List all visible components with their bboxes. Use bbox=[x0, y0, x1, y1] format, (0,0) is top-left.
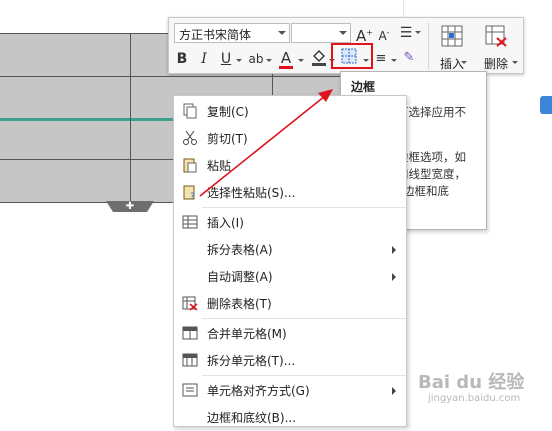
table-col-border bbox=[130, 34, 131, 202]
menu-item-label: 复制(C) bbox=[207, 105, 249, 119]
menu-item-insert[interactable]: 插入(I) bbox=[174, 209, 406, 236]
chevron-down-icon bbox=[266, 59, 272, 62]
menu-divider bbox=[202, 375, 406, 376]
border-button-highlight bbox=[331, 43, 373, 69]
chevron-right-icon bbox=[392, 273, 396, 281]
bold-button[interactable]: B bbox=[175, 49, 189, 69]
menu-item-borders-shading[interactable]: 边框和底纹(B)... bbox=[174, 404, 406, 431]
chevron-right-icon bbox=[392, 387, 396, 395]
chevron-down-icon bbox=[298, 59, 304, 62]
menu-item-label: 剪切(T) bbox=[207, 132, 248, 146]
shrink-font-button[interactable]: A- bbox=[376, 23, 392, 43]
grow-font-button[interactable]: A+ bbox=[356, 23, 373, 45]
cell-align-icon bbox=[182, 383, 198, 397]
shading-button[interactable] bbox=[310, 48, 328, 68]
menu-item-auto-fit[interactable]: 自动调整(A) bbox=[174, 263, 406, 290]
chevron-right-icon bbox=[392, 246, 396, 254]
menu-item-label: 拆分表格(A) bbox=[207, 243, 273, 257]
table-row-border bbox=[0, 76, 390, 77]
menu-item-label: 选择性粘贴(S)... bbox=[207, 186, 296, 200]
cut-icon bbox=[183, 130, 197, 145]
menu-item-paste-special[interactable]: ? 选择性粘贴(S)... bbox=[174, 179, 406, 206]
menu-item-split-table[interactable]: 拆分表格(A) bbox=[174, 236, 406, 263]
split-cells-icon bbox=[182, 353, 198, 367]
toolbar-divider bbox=[428, 23, 429, 69]
menu-item-label: 删除表格(T) bbox=[207, 297, 272, 311]
paste-icon bbox=[183, 158, 197, 173]
menu-item-label: 单元格对齐方式(G) bbox=[207, 384, 310, 398]
chevron-down-icon bbox=[461, 61, 467, 64]
menu-divider bbox=[202, 318, 406, 319]
delete-table-icon bbox=[485, 25, 507, 47]
delete-table-icon bbox=[182, 296, 198, 311]
menu-divider bbox=[202, 207, 406, 208]
menu-item-split-cells[interactable]: 拆分单元格(T)... bbox=[174, 347, 406, 374]
paint-bucket-icon bbox=[312, 50, 326, 66]
svg-text:?: ? bbox=[190, 192, 195, 200]
italic-button[interactable]: I bbox=[197, 49, 211, 69]
menu-item-label: 合并单元格(M) bbox=[207, 327, 287, 341]
chevron-down-icon bbox=[278, 31, 286, 35]
menu-item-label: 边框和底纹(B)... bbox=[207, 411, 297, 425]
watermark: Bai du 经验 bbox=[418, 372, 525, 393]
underline-button[interactable]: U bbox=[219, 49, 233, 69]
menu-item-label: 拆分单元格(T)... bbox=[207, 354, 296, 368]
format-painter-button[interactable]: ✎ bbox=[401, 48, 417, 68]
watermark-url: jingyan.baidu.com bbox=[428, 393, 521, 404]
font-size-select[interactable] bbox=[291, 23, 351, 43]
menu-item-copy[interactable]: 复制(C) bbox=[174, 98, 406, 125]
paste-special-icon: ? bbox=[183, 185, 195, 200]
side-panel-icon[interactable] bbox=[540, 96, 552, 114]
chevron-down-icon bbox=[236, 59, 242, 62]
font-name-select[interactable]: 方正书宋简体 bbox=[174, 23, 290, 43]
menu-item-label: 粘贴 bbox=[207, 159, 232, 173]
align-button[interactable]: ≡ bbox=[373, 49, 389, 69]
text-effect-button[interactable]: ab bbox=[247, 49, 265, 69]
merge-cells-icon bbox=[182, 326, 198, 340]
add-row-button[interactable]: ✚ bbox=[106, 201, 154, 212]
menu-item-cell-align[interactable]: 单元格对齐方式(G) bbox=[174, 377, 406, 404]
insert-table-icon bbox=[441, 25, 463, 47]
menu-item-label: 自动调整(A) bbox=[207, 270, 273, 284]
font-name-value: 方正书宋简体 bbox=[179, 28, 252, 42]
delete-label: 删除 bbox=[483, 57, 508, 71]
font-color-button[interactable]: A bbox=[278, 48, 294, 69]
line-spacing-button[interactable]: ☰ bbox=[395, 23, 417, 43]
menu-item-paste[interactable]: 粘贴 bbox=[174, 152, 406, 179]
chevron-down-icon bbox=[391, 59, 397, 62]
menu-item-label: 插入(I) bbox=[207, 216, 244, 230]
copy-icon bbox=[183, 103, 197, 119]
chevron-down-icon bbox=[339, 31, 347, 35]
menu-item-cut[interactable]: 剪切(T) bbox=[174, 125, 406, 152]
insert-table-icon bbox=[182, 215, 198, 229]
tooltip-title: 边框 bbox=[351, 80, 376, 94]
context-menu: 复制(C) 剪切(T) 粘贴 ? 选择性粘贴(S)... 插入(I) 拆分表格(… bbox=[173, 95, 407, 427]
chevron-down-icon bbox=[512, 61, 518, 64]
menu-item-merge-cells[interactable]: 合并单元格(M) bbox=[174, 320, 406, 347]
chevron-down-icon bbox=[415, 31, 421, 34]
delete-button[interactable]: 删除 bbox=[475, 22, 517, 71]
menu-item-delete-table[interactable]: 删除表格(T) bbox=[174, 290, 406, 317]
font-color-swatch bbox=[279, 66, 293, 69]
